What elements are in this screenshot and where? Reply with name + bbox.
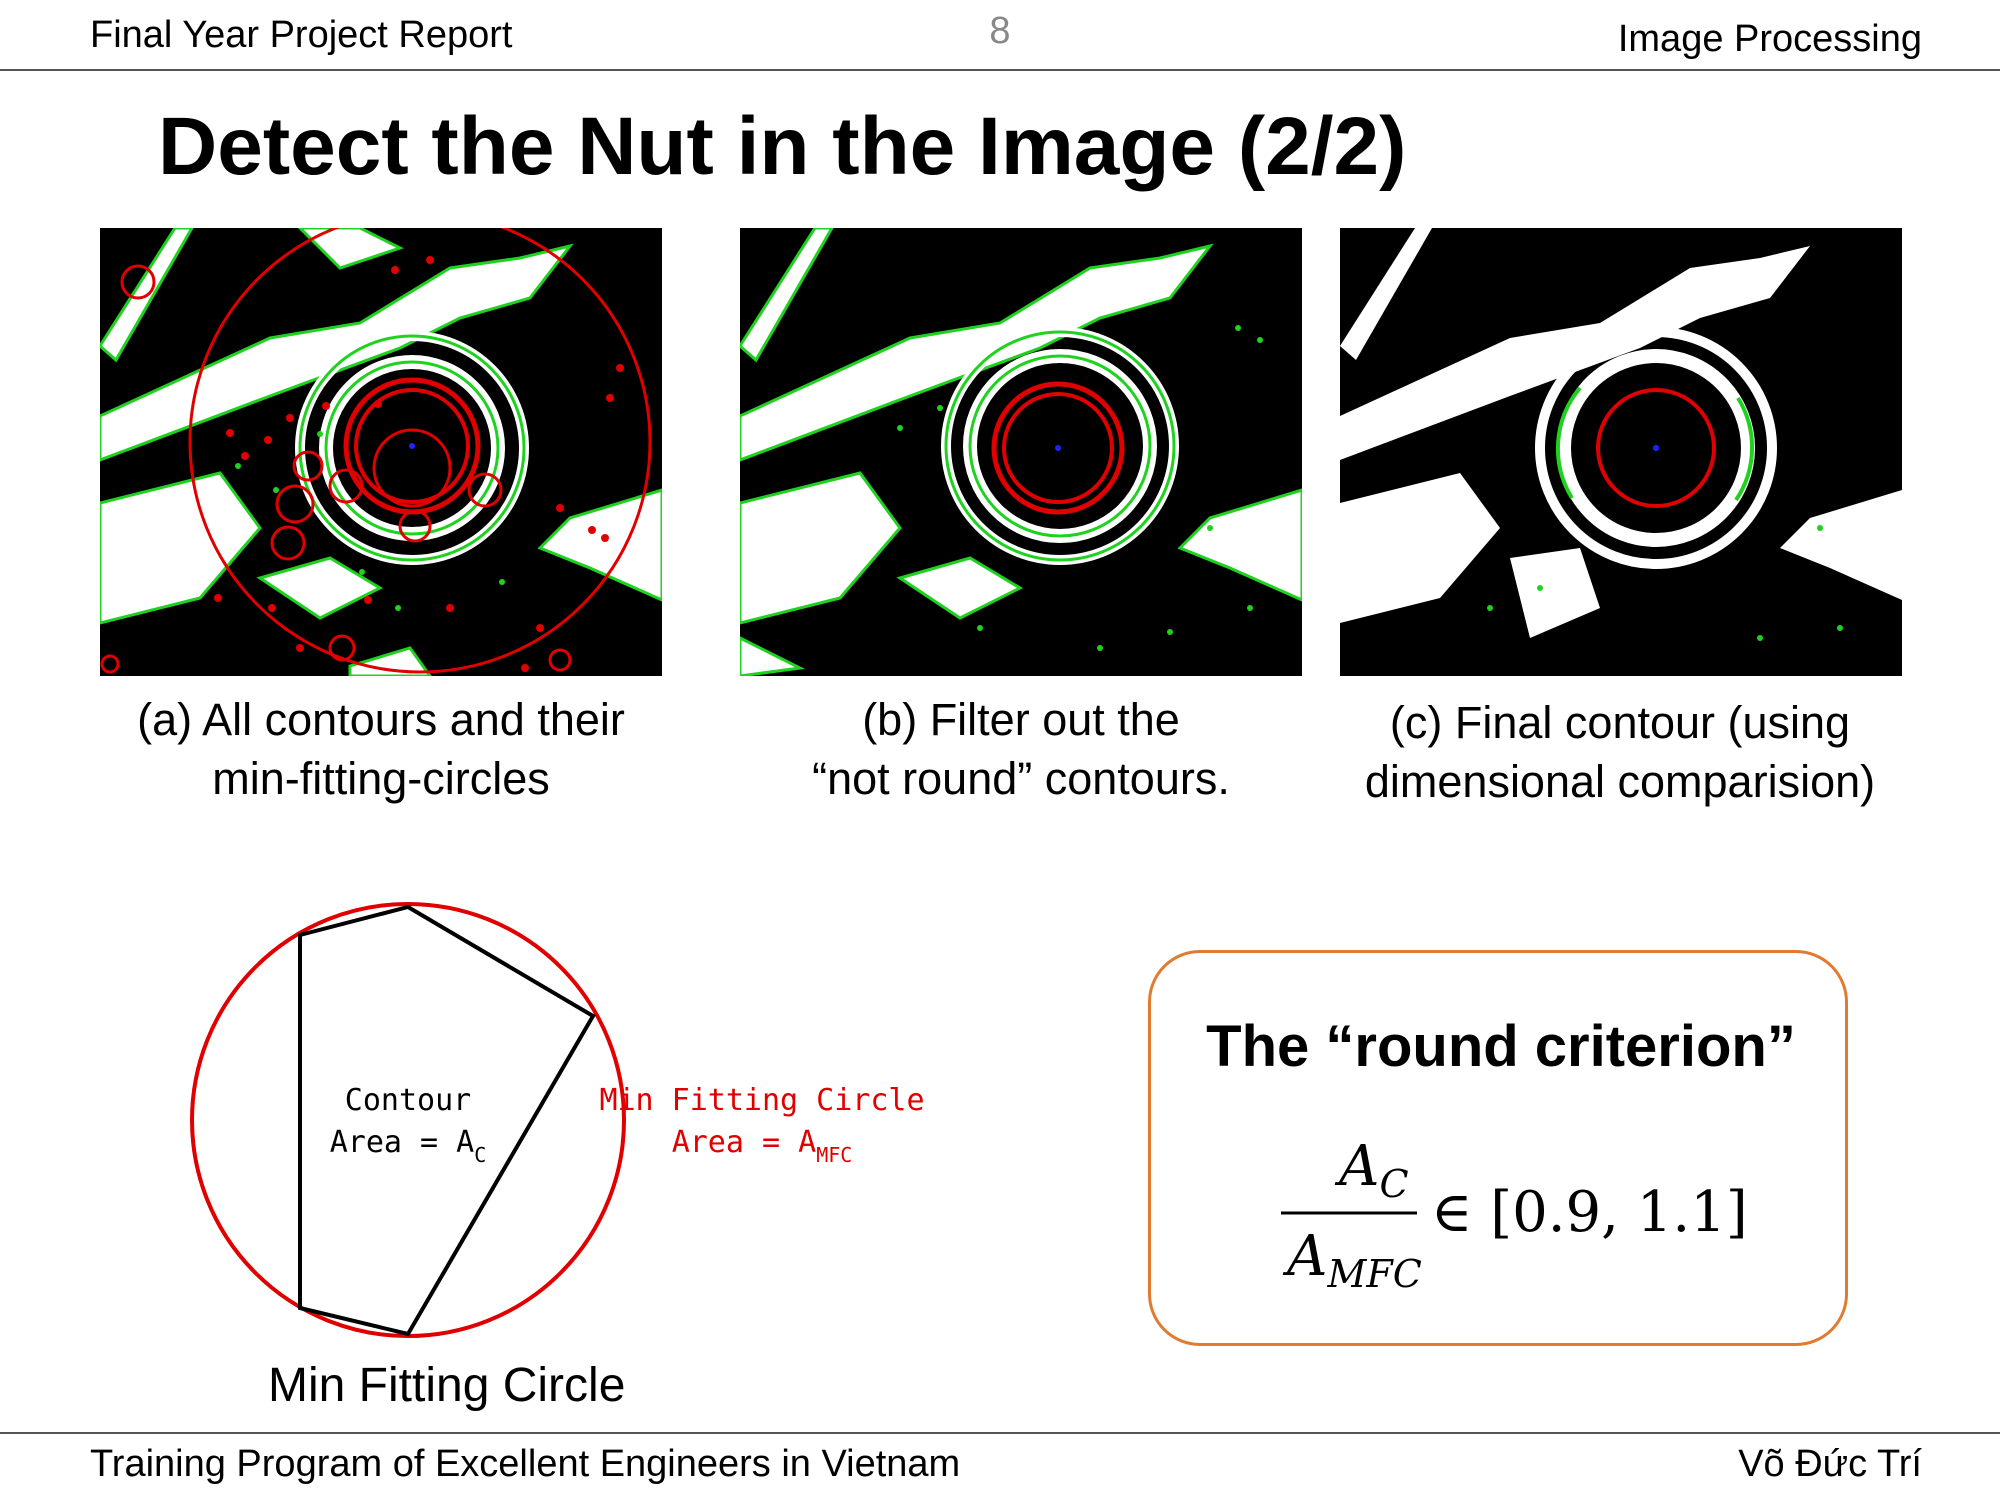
diagram-caption: Min Fitting Circle [268, 1359, 626, 1412]
contour-polygon [298, 904, 596, 1337]
mfc-area-text: Area = A [672, 1125, 817, 1160]
formula-denominator-symbol: A [1282, 1224, 1327, 1289]
panel-c-image [1340, 228, 1902, 676]
panel-c-caption-line1: (c) Final contour (using [1389, 697, 1851, 748]
mfc-area-label: Area = AMFC [672, 1125, 853, 1167]
mfc-area-subscript: MFC [816, 1143, 852, 1167]
min-fitting-circle-shape [190, 902, 626, 1338]
panel-a-caption: (a) All contours and their min-fitting-c… [100, 690, 662, 808]
panel-b-caption-line1: (b) Filter out the [862, 694, 1180, 745]
round-criterion-title: The “round criterion” [1206, 1014, 1796, 1079]
panel-b-image [740, 228, 1302, 676]
panel-b-caption: (b) Filter out the “not round” contours. [740, 690, 1302, 808]
formula-numerator-symbol: A [1334, 1135, 1379, 1199]
panel-a-image [100, 228, 662, 676]
formula-denominator: AMFC [1282, 1224, 1422, 1296]
contour-label: Contour [345, 1083, 471, 1118]
formula-relation: ∈ [0.9, 1.1] [1431, 1180, 1748, 1245]
contour-area-subscript: C [474, 1143, 486, 1167]
header-divider [0, 69, 2000, 71]
contour-area-label: Area = AC [330, 1125, 487, 1167]
round-criterion-box: The “round criterion” AC AMFC ∈ [0.9, 1.… [1148, 950, 1848, 1346]
footer-author: Võ Đức Trí [1738, 1443, 1922, 1485]
footer-left-text: Training Program of Excellent Engineers … [90, 1443, 961, 1485]
slide-title: Detect the Nut in the Image (2/2) [158, 101, 1407, 192]
mfc-label: Min Fitting Circle [599, 1083, 924, 1118]
panel-c-caption-line2: dimensional comparision) [1364, 756, 1876, 807]
panel-b-caption-line2: “not round” contours. [812, 753, 1230, 804]
round-criterion-formula: AC AMFC ∈ [0.9, 1.1] [1281, 1135, 1748, 1296]
formula-denominator-subscript: MFC [1326, 1252, 1421, 1296]
header-right-text: Image Processing [1617, 18, 1922, 60]
contour-area-text: Area = A [330, 1125, 475, 1160]
formula-numerator: AC [1334, 1135, 1409, 1206]
footer-divider [0, 1432, 2000, 1434]
panel-a-caption-line2: min-fitting-circles [212, 753, 550, 804]
panel-a-caption-line1: (a) All contours and their [137, 694, 625, 745]
panel-c-caption: (c) Final contour (using dimensional com… [1320, 693, 1920, 811]
formula-numerator-subscript: C [1379, 1162, 1408, 1206]
min-fitting-circle-diagram: Contour Area = AC Min Fitting Circle Are… [190, 902, 925, 1338]
